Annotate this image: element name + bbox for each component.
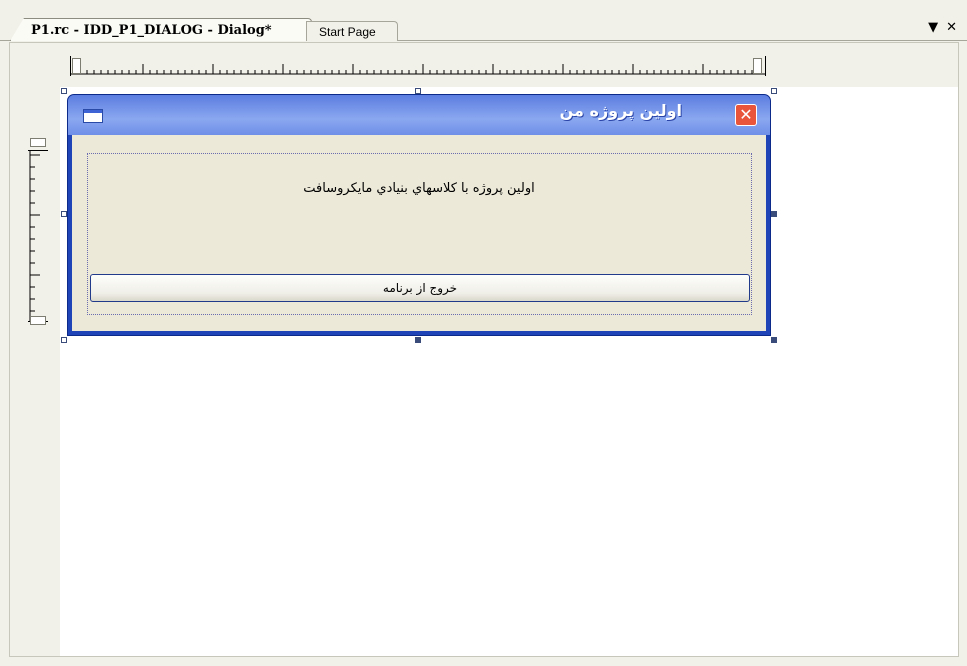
selection-handle-middle-right[interactable] <box>771 211 777 217</box>
close-icon[interactable]: ✕ <box>946 20 957 35</box>
window-icon <box>83 109 103 123</box>
static-text-label[interactable]: اولین پروژه با کلاسهاي بنيادي مايکروسافت <box>72 181 766 196</box>
selection-handle-top-right[interactable] <box>771 88 777 94</box>
vertical-ruler[interactable] <box>28 150 48 322</box>
tab-start-page[interactable]: Start Page <box>306 21 398 41</box>
horizontal-ruler-ticks <box>71 64 765 75</box>
selection-handle-bottom-right[interactable] <box>771 337 777 343</box>
dialog-client-area[interactable]: اولین پروژه با کلاسهاي بنيادي مايکروسافت… <box>72 135 766 331</box>
selection-handle-top-left[interactable] <box>61 88 67 94</box>
document-tab-strip: P1.rc - IDD_P1_DIALOG - Dialog* Start Pa… <box>0 0 967 42</box>
selection-handle-bottom-center[interactable] <box>415 337 421 343</box>
ruler-guide-handle-bottom[interactable] <box>30 316 46 325</box>
chevron-down-icon[interactable]: ▼ <box>928 20 938 35</box>
ruler-guide-handle-right[interactable] <box>753 58 762 74</box>
ruler-guide-handle-left[interactable] <box>72 58 81 74</box>
ruler-guide-handle-top[interactable] <box>30 138 46 147</box>
selection-handle-bottom-left[interactable] <box>61 337 67 343</box>
vertical-ruler-ticks <box>29 151 40 321</box>
tab-label: P1.rc - IDD_P1_DIALOG - Dialog* <box>31 23 272 38</box>
dialog-titlebar[interactable]: اولین پروژه من ✕ <box>68 95 770 135</box>
tab-controls: ▼ ✕ <box>928 20 957 35</box>
tab-label: Start Page <box>319 25 376 39</box>
dialog-preview[interactable]: اولین پروژه من ✕ اولین پروژه با کلاسهاي … <box>67 94 771 336</box>
dialog-title: اولین پروژه من <box>559 101 682 120</box>
close-icon[interactable]: ✕ <box>735 104 757 126</box>
tab-p1-rc-dialog[interactable]: P1.rc - IDD_P1_DIALOG - Dialog* <box>10 18 312 41</box>
horizontal-ruler[interactable] <box>70 56 766 76</box>
exit-program-button[interactable]: خروج از برنامه <box>90 274 750 302</box>
